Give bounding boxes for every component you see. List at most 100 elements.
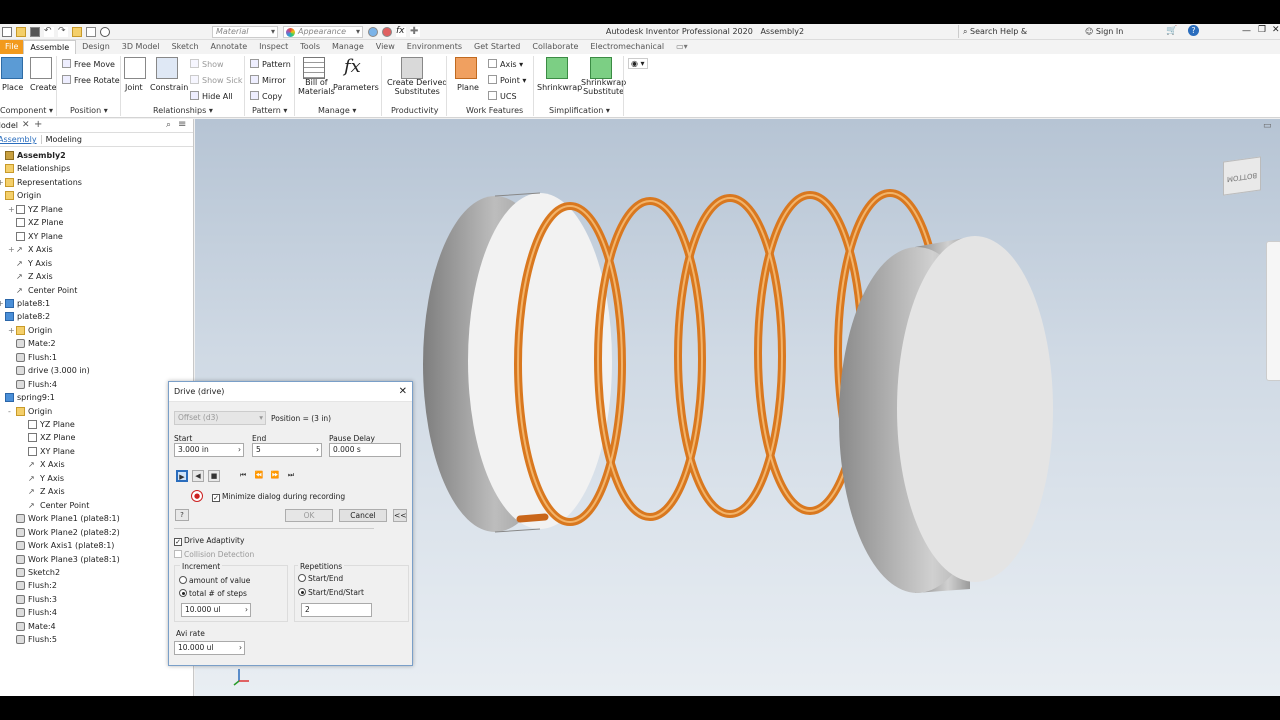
tab-3d-model[interactable]: 3D Model xyxy=(116,40,166,54)
plane-button[interactable]: Plane xyxy=(457,83,479,92)
tree-item[interactable]: - Origin xyxy=(8,405,52,418)
record-button[interactable]: ● xyxy=(191,490,203,502)
joint-icon[interactable] xyxy=(124,57,146,79)
total-steps-radio[interactable]: total # of steps xyxy=(179,589,247,598)
tree-item[interactable]: ↗ Center Point xyxy=(20,499,89,512)
end-field[interactable]: 5 › xyxy=(252,443,322,457)
search-icon[interactable]: ⌕ xyxy=(166,120,171,130)
cart-icon[interactable]: 🛒 xyxy=(1166,26,1177,36)
tree-item[interactable]: drive (3.000 in) xyxy=(8,364,90,377)
tree-item[interactable]: + Origin xyxy=(8,324,52,337)
tab-assembly-view[interactable]: Assembly xyxy=(0,135,42,144)
tree-item[interactable]: XY Plane xyxy=(20,445,75,458)
free-move-button[interactable]: Free Move xyxy=(62,59,115,69)
close-icon[interactable]: ✕ xyxy=(22,120,30,130)
tree-item[interactable]: + Representations xyxy=(0,176,82,189)
menu-icon[interactable]: ≡ xyxy=(178,119,186,130)
tree-item[interactable]: Flush:1 xyxy=(8,351,57,364)
tree-item[interactable]: ↗ X Axis xyxy=(20,458,65,471)
collapse-icon[interactable]: - xyxy=(8,405,16,418)
tree-item[interactable]: + YZ Plane xyxy=(8,203,63,216)
increment-field[interactable]: 10.000 ul › xyxy=(181,603,251,617)
expand-icon[interactable]: + xyxy=(8,243,16,256)
tree-item[interactable]: Mate:2 xyxy=(8,337,56,350)
tree-item[interactable]: Work Plane2 (plate8:2) xyxy=(8,526,120,539)
sign-in-button[interactable]: ☺ Sign In xyxy=(1085,27,1123,36)
ucs-button[interactable]: UCS xyxy=(488,91,517,101)
tree-item[interactable]: YZ Plane xyxy=(20,418,75,431)
start-end-radio[interactable]: Start/End xyxy=(298,574,343,583)
tree-item[interactable]: Sketch2 xyxy=(8,566,60,579)
show-sick-button[interactable]: Show Sick xyxy=(190,75,242,85)
axis-button[interactable]: Axis ▾ xyxy=(488,59,523,69)
tab-design[interactable]: Design xyxy=(76,40,116,54)
home-icon[interactable] xyxy=(72,27,82,37)
select-icon[interactable] xyxy=(86,27,96,37)
clear-icon[interactable] xyxy=(382,27,392,37)
place-button[interactable]: Place xyxy=(2,83,23,92)
plus-icon[interactable]: ✚ xyxy=(410,27,420,37)
navigation-bar[interactable] xyxy=(1266,241,1280,381)
new-file-icon[interactable] xyxy=(2,27,12,37)
offset-dropdown[interactable]: Offset (d3) ▾ xyxy=(174,411,266,425)
hide-all-button[interactable]: Hide All xyxy=(190,91,233,101)
minimize-icon[interactable]: — xyxy=(1242,26,1251,36)
chevron-right-icon[interactable]: › xyxy=(245,604,248,616)
tree-item[interactable]: ↗ Z Axis xyxy=(20,485,65,498)
tree-item[interactable]: Flush:3 xyxy=(8,593,57,606)
close-icon[interactable]: ✕ xyxy=(1272,25,1280,35)
forward-play-button[interactable]: ▶ xyxy=(176,470,188,482)
cancel-button[interactable]: Cancel xyxy=(339,509,387,522)
tab-manage[interactable]: Manage xyxy=(326,40,370,54)
shrinkwrap-icon[interactable] xyxy=(546,57,568,79)
tab-collaborate[interactable]: Collaborate xyxy=(526,40,584,54)
ok-button[interactable]: OK xyxy=(285,509,333,522)
save-icon[interactable] xyxy=(30,27,40,37)
tree-item[interactable]: Relationships xyxy=(0,162,70,175)
expand-icon[interactable]: + xyxy=(8,324,16,337)
chevron-right-icon[interactable]: › xyxy=(238,444,241,456)
constrain-button[interactable]: Constrain xyxy=(150,83,188,92)
pause-delay-field[interactable]: 0.000 s xyxy=(329,443,401,457)
shrinkwrap-substitute-button[interactable]: Shrinkwrap Substitute xyxy=(581,78,626,96)
drive-adaptivity-checkbox[interactable]: ✓ Drive Adaptivity xyxy=(174,536,244,546)
tree-item[interactable]: XZ Plane xyxy=(20,431,75,444)
close-icon[interactable]: ✕ xyxy=(399,382,407,402)
tab-sketch[interactable]: Sketch xyxy=(166,40,205,54)
chevron-right-icon[interactable]: › xyxy=(316,444,319,456)
go-to-start-button[interactable]: ⏮ xyxy=(237,470,249,482)
step-forward-button[interactable]: ⏩ xyxy=(269,470,281,482)
show-button[interactable]: Show xyxy=(190,59,224,69)
right-plate[interactable] xyxy=(839,236,1053,593)
help-icon[interactable]: ? xyxy=(175,509,189,521)
restore-icon[interactable]: ❐ xyxy=(1258,25,1266,35)
tree-item[interactable]: ↗ Center Point xyxy=(8,284,77,297)
go-to-end-button[interactable]: ⏭ xyxy=(285,470,297,482)
create-icon[interactable] xyxy=(30,57,52,79)
ribbon-extra-dropdown[interactable]: ◉ ▾ xyxy=(628,58,648,69)
tree-item[interactable]: ↗ Y Axis xyxy=(8,257,52,270)
tree-item[interactable]: Flush:2 xyxy=(8,579,57,592)
tree-item[interactable]: XY Plane xyxy=(8,230,63,243)
tab-view[interactable]: View xyxy=(370,40,401,54)
material-dropdown[interactable]: Material ▾ xyxy=(212,26,278,38)
free-rotate-button[interactable]: Free Rotate xyxy=(62,75,120,85)
tree-item[interactable]: + plate8:1 xyxy=(0,297,50,310)
fx-icon[interactable]: fx xyxy=(396,27,406,37)
bom-icon[interactable] xyxy=(303,57,325,79)
viewport-maximize-icon[interactable]: ▭ xyxy=(1263,121,1272,131)
tree-item[interactable]: Flush:4 xyxy=(8,606,57,619)
pattern-button[interactable]: Pattern xyxy=(250,59,291,69)
mirror-button[interactable]: Mirror xyxy=(250,75,286,85)
expand-icon[interactable]: + xyxy=(8,203,16,216)
tree-item[interactable]: Flush:5 xyxy=(8,633,57,646)
place-icon[interactable] xyxy=(1,57,23,79)
tree-item[interactable]: Mate:4 xyxy=(8,620,56,633)
parameters-button[interactable]: Parameters xyxy=(333,83,379,92)
appearance-dropdown[interactable]: Appearance ▾ xyxy=(283,26,363,38)
minimize-during-recording-checkbox[interactable]: ✓ Minimize dialog during recording xyxy=(212,492,345,502)
create-derived-icon[interactable] xyxy=(401,57,423,79)
search-help-input[interactable]: ⌕ Search Help & Commands... xyxy=(958,25,1080,49)
adjust-icon[interactable] xyxy=(368,27,378,37)
shrinkwrap-button[interactable]: Shrinkwrap xyxy=(537,83,582,92)
